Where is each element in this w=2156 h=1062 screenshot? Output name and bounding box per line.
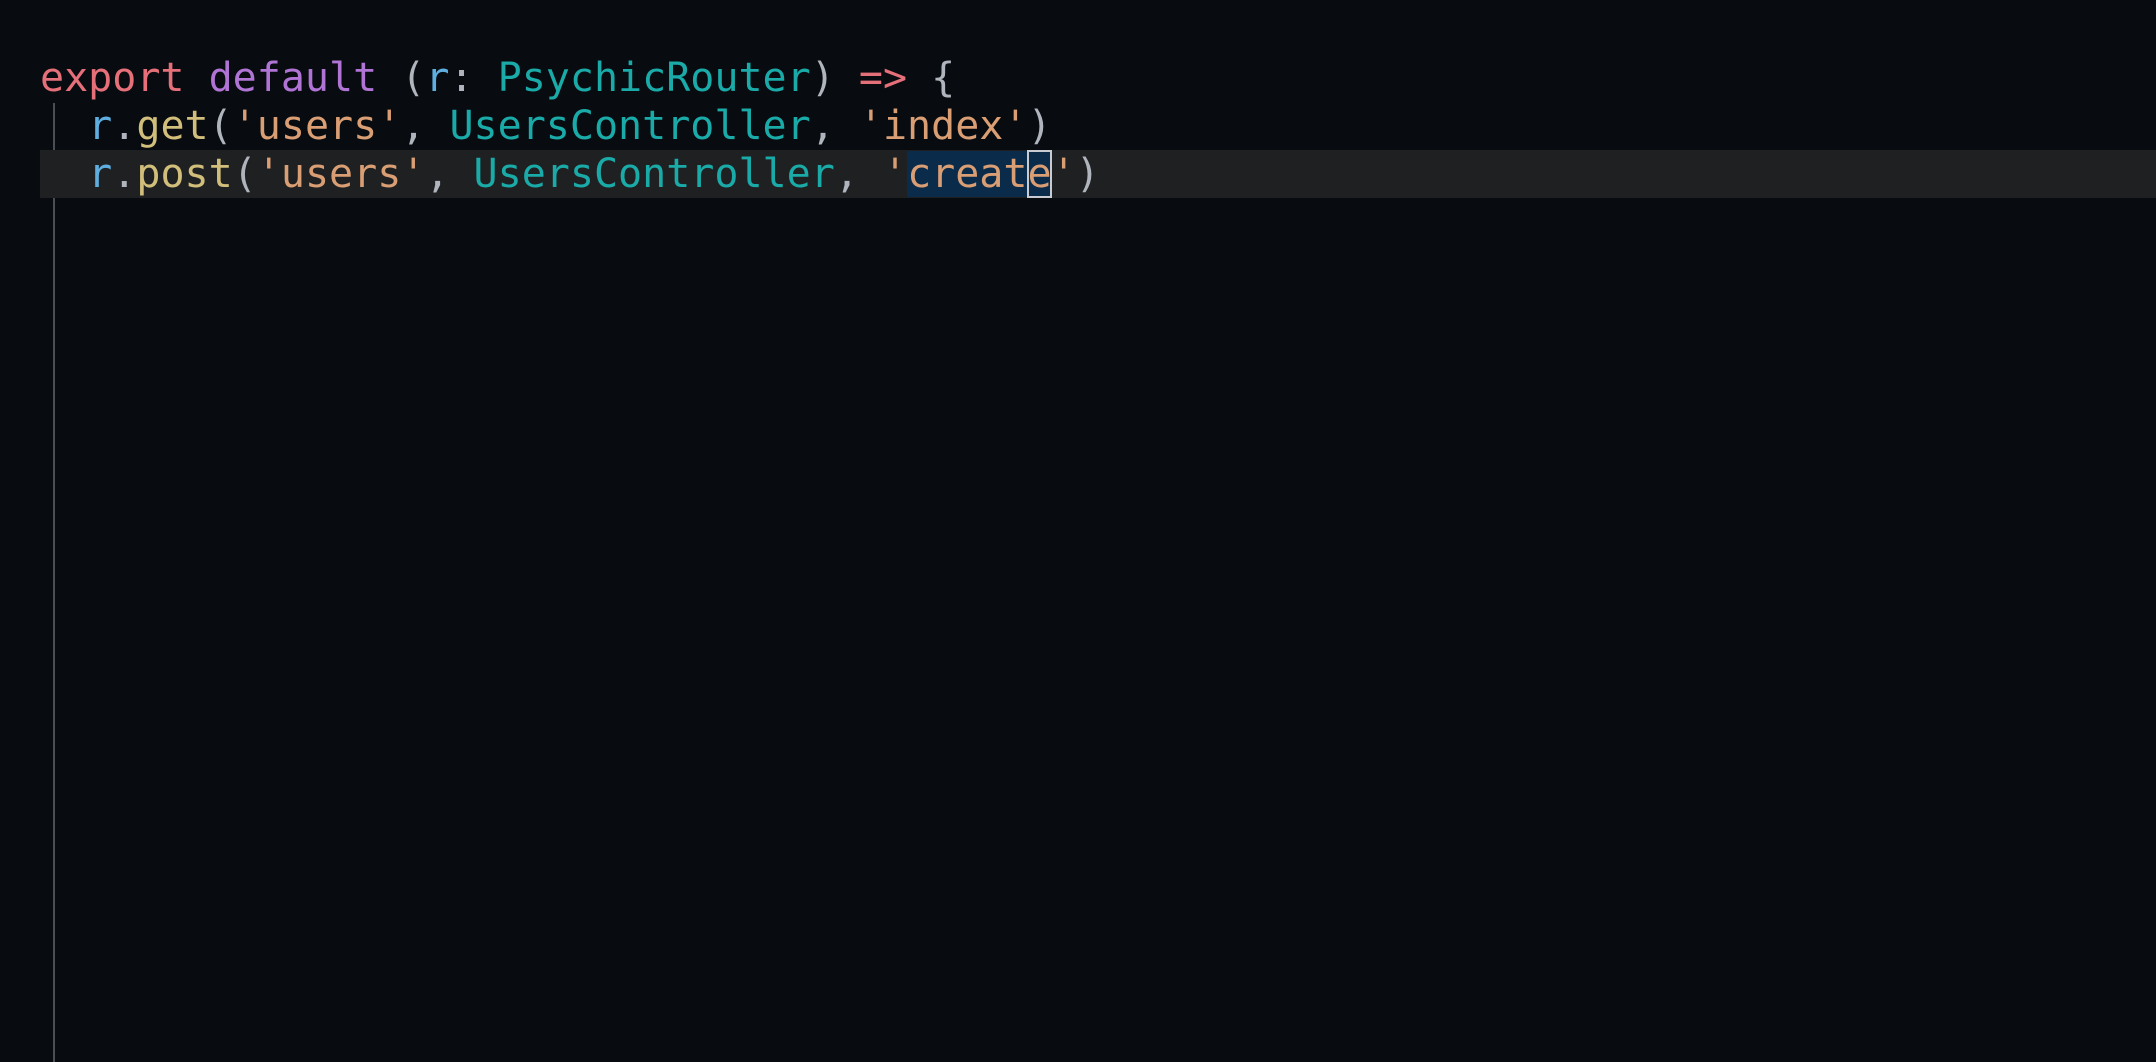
dot: . <box>112 151 137 197</box>
controller-name: UsersController <box>449 103 811 149</box>
controller-name: UsersController <box>473 151 835 197</box>
text-cursor: e <box>1027 150 1052 198</box>
route-path-string: 'users' <box>232 103 402 149</box>
route-path-string: 'users' <box>256 151 426 197</box>
action-quote-open: ' <box>882 151 908 197</box>
code-line-2[interactable]: r.get('users', UsersController, 'index') <box>40 102 1052 150</box>
type-name: PsychicRouter <box>497 55 811 101</box>
close-paren: ) <box>810 55 835 101</box>
open-brace: { <box>931 55 956 101</box>
action-string: 'index' <box>858 103 1028 149</box>
close-paren: ) <box>1027 103 1052 149</box>
code-line-3[interactable]: r.post('users', UsersController, 'create… <box>40 150 1100 198</box>
colon: : <box>449 55 474 101</box>
dot: . <box>112 103 137 149</box>
keyword-default: default <box>208 55 378 101</box>
method-get: get <box>136 103 209 149</box>
comma: , <box>834 151 859 197</box>
param-name: r <box>425 55 450 101</box>
comma: , <box>810 103 835 149</box>
router-object: r <box>88 103 113 149</box>
selected-text: creat <box>907 151 1028 197</box>
method-post: post <box>136 151 233 197</box>
code-editor[interactable]: export default (r: PsychicRouter) => { r… <box>0 0 2156 1062</box>
action-quote-close: ' <box>1051 151 1076 197</box>
close-paren: ) <box>1075 151 1100 197</box>
open-paren: ( <box>401 55 426 101</box>
open-paren: ( <box>208 103 233 149</box>
comma: , <box>425 151 450 197</box>
comma: , <box>401 103 426 149</box>
code-line-1[interactable]: export default (r: PsychicRouter) => { <box>40 54 955 102</box>
router-object: r <box>88 151 113 197</box>
open-paren: ( <box>232 151 257 197</box>
indent-guide <box>53 103 55 1062</box>
arrow-operator: => <box>858 55 908 101</box>
keyword-export: export <box>40 55 185 101</box>
